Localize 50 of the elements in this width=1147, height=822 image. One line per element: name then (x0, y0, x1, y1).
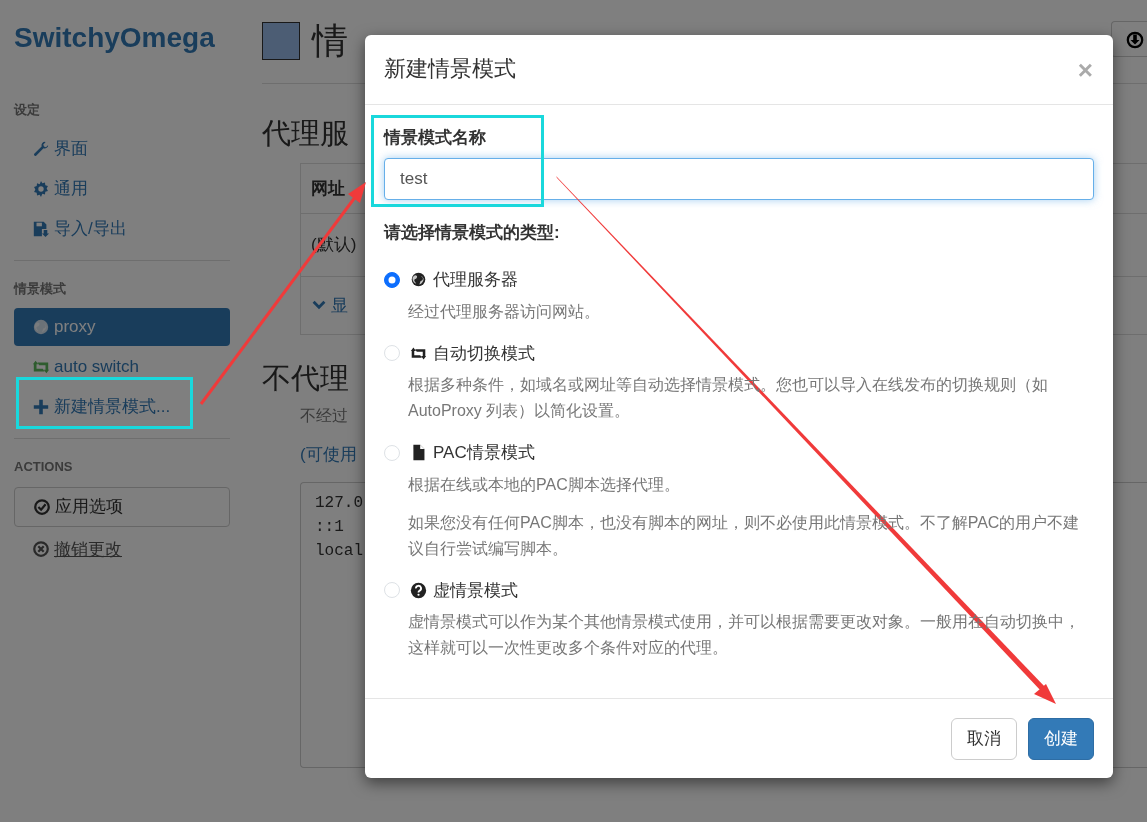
option-label: 代理服务器 (433, 269, 518, 291)
sidebar-item[interactable]: 界面 (14, 129, 230, 168)
wrench-icon (32, 139, 50, 158)
cross-circle-icon (32, 540, 50, 559)
list-line: 127.0 (315, 492, 363, 514)
apply-button[interactable]: 应用选项 (14, 486, 230, 527)
field-label: 请选择情景模式的类型: (384, 221, 561, 244)
floppy-icon (32, 219, 50, 238)
sidebar-item[interactable]: 导入/导出 (14, 209, 230, 248)
column-header: 网址 (311, 178, 345, 198)
section-header: 情景模式 (14, 279, 67, 298)
cancel-button[interactable]: 取消 (951, 718, 1017, 760)
field-label: 情景模式名称 (384, 127, 487, 149)
section-heading: 代理服 (262, 116, 349, 151)
plus-icon (32, 398, 50, 416)
list-line: ::1 (315, 516, 344, 538)
section-heading: 不代理 (262, 361, 349, 397)
globe-icon (410, 271, 427, 289)
check-circle-icon (33, 497, 51, 516)
dialog-title: 新建情景模式 (384, 56, 516, 83)
download-circle-icon (1125, 30, 1144, 49)
sidebar-item[interactable]: 新建情景模式... (14, 388, 230, 426)
sidebar-item[interactable]: proxy (14, 308, 230, 346)
globe-icon (32, 318, 50, 336)
list-line: local (315, 540, 363, 562)
option-label: 自动切换模式 (433, 342, 535, 365)
sidebar-item[interactable]: auto switch (14, 348, 230, 386)
question-circle-icon (410, 581, 427, 599)
create-button[interactable]: 创建 (1028, 718, 1094, 760)
section-header: ACTIONS (14, 458, 74, 476)
toggle-link[interactable]: 显 (331, 292, 348, 319)
sidebar-item[interactable]: 通用 (14, 169, 230, 208)
option-label: 虚情景模式 (433, 579, 518, 602)
app-logo: SwitchyOmega (14, 21, 216, 55)
file-icon (410, 444, 427, 462)
close-button[interactable]: × (1077, 56, 1093, 83)
gear-icon (32, 179, 50, 198)
help-link[interactable]: (可使用 (300, 442, 357, 468)
download-button[interactable] (1111, 21, 1147, 57)
radio-button[interactable] (384, 271, 400, 288)
name-field[interactable]: test (384, 157, 1094, 200)
option-description: 根据在线或本地的PAC脚本选择代理。 (408, 474, 681, 495)
switch-arrows-icon (32, 358, 50, 376)
section-header: 设定 (14, 101, 41, 119)
discard-link[interactable]: 撤销更改 (14, 526, 230, 562)
color-swatch (262, 22, 300, 60)
hint-text: 不经过 (300, 406, 348, 427)
page-title: 情 (312, 21, 348, 61)
option-description: 经过代理服务器访问网站。 (408, 301, 601, 322)
option-label: PAC情景模式 (433, 442, 535, 464)
